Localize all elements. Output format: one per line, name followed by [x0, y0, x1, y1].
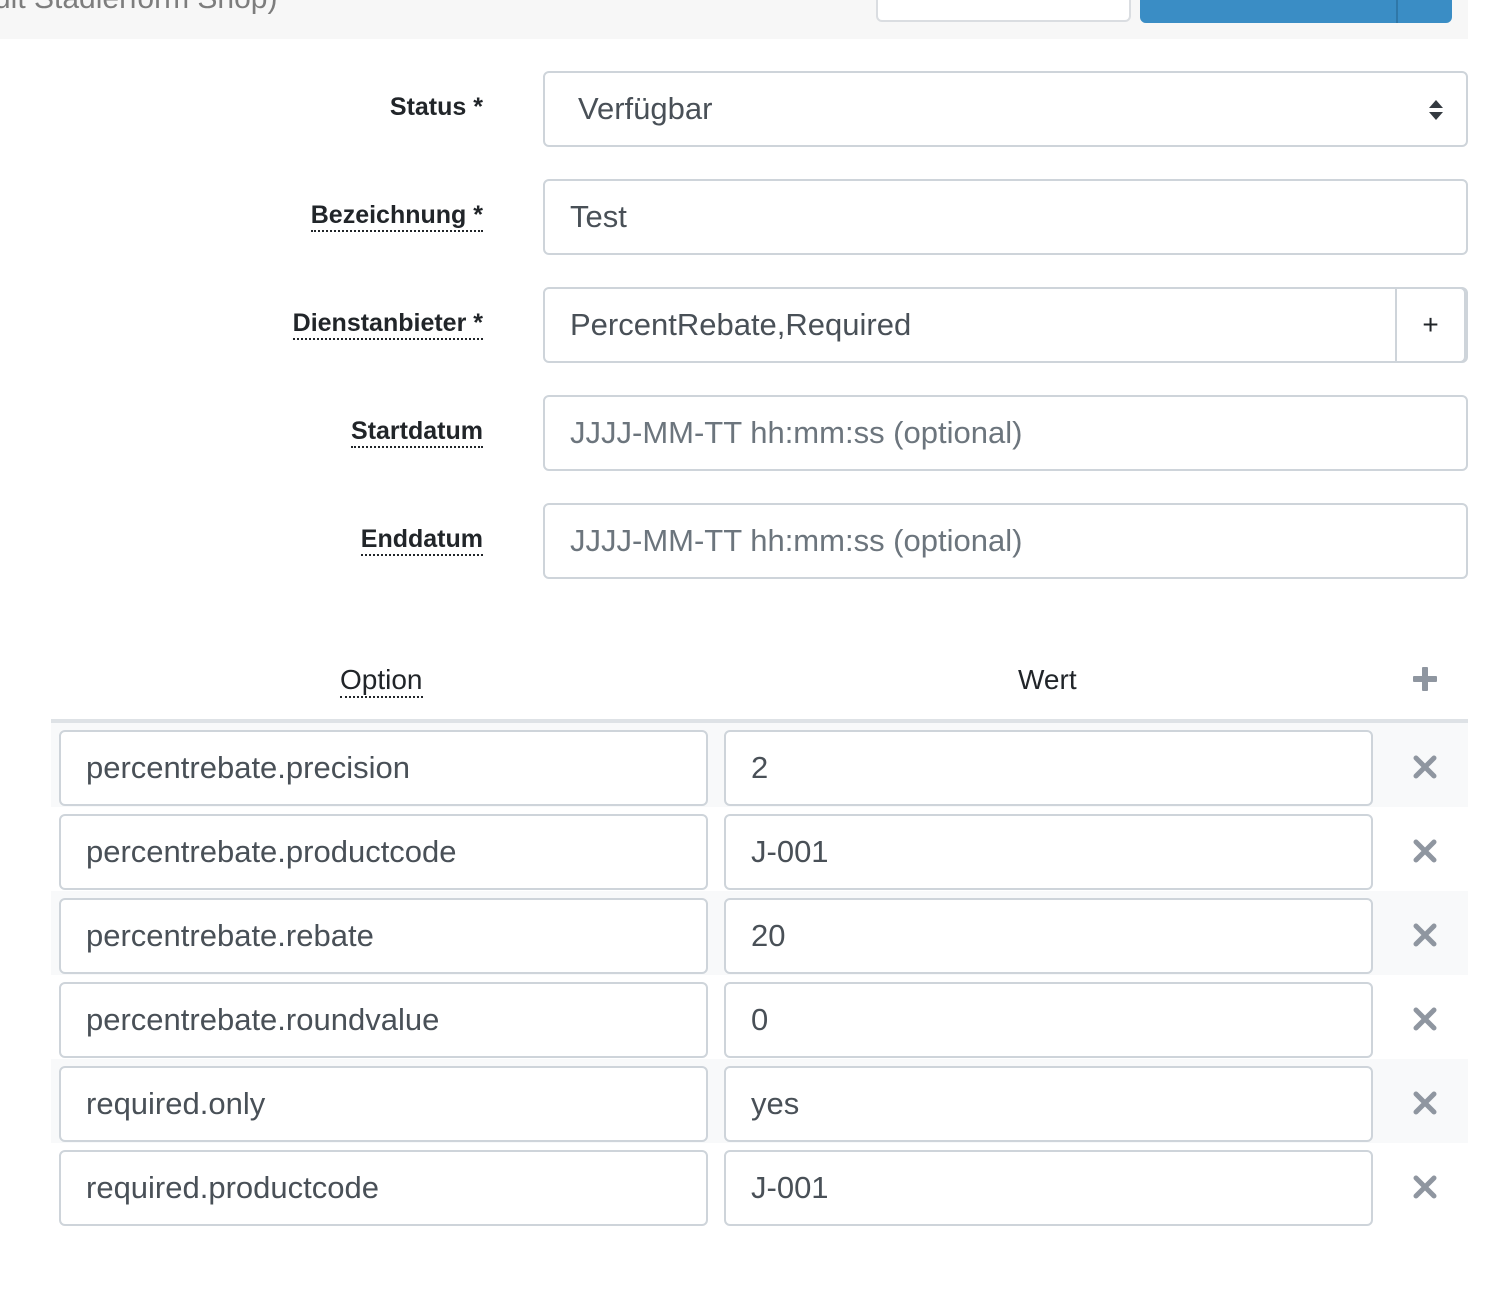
dateend-placeholder: JJJJ-MM-TT hh:mm:ss (optional)	[570, 523, 1023, 558]
option-key-input[interactable]: percentrebate.rebate	[59, 898, 708, 974]
label-input[interactable]: Test	[543, 179, 1468, 255]
save-button[interactable]	[1140, 0, 1452, 23]
table-row: percentrebate.productcode J-001	[51, 807, 1468, 891]
option-value-input[interactable]: 2	[724, 730, 1373, 806]
times-icon[interactable]	[1411, 1089, 1439, 1117]
option-value-input[interactable]: 0	[724, 982, 1373, 1058]
page-title: ult Stadierform Shop)	[0, 0, 277, 16]
provider-input[interactable]: PercentRebate,Required +	[543, 287, 1468, 363]
option-key-input[interactable]: percentrebate.roundvalue	[59, 982, 708, 1058]
option-value-input[interactable]: J-001	[724, 814, 1373, 890]
table-row: required.only yes	[51, 1059, 1468, 1143]
save-dropdown-divider	[1396, 0, 1398, 23]
times-icon[interactable]	[1411, 921, 1439, 949]
option-value-input[interactable]: J-001	[724, 1150, 1373, 1226]
cancel-button[interactable]	[876, 0, 1131, 22]
label-input-value: Test	[570, 199, 627, 234]
times-icon[interactable]	[1411, 1173, 1439, 1201]
datestart-placeholder: JJJJ-MM-TT hh:mm:ss (optional)	[570, 415, 1023, 450]
plus-icon[interactable]	[1410, 664, 1440, 694]
provider-add-button[interactable]: +	[1395, 287, 1466, 363]
option-key-input[interactable]: required.productcode	[59, 1150, 708, 1226]
dateend-input[interactable]: JJJJ-MM-TT hh:mm:ss (optional)	[543, 503, 1468, 579]
table-row: required.productcode J-001	[51, 1143, 1468, 1227]
table-row: percentrebate.precision 2	[51, 723, 1468, 807]
status-select-value: Verfügbar	[578, 91, 713, 126]
status-label: Status *	[389, 93, 483, 121]
option-value-input[interactable]: yes	[724, 1066, 1373, 1142]
option-key-input[interactable]: percentrebate.productcode	[59, 814, 708, 890]
page-header: ult Stadierform Shop)	[0, 0, 1468, 39]
datestart-label: Startdatum	[351, 417, 483, 448]
table-row: percentrebate.rebate 20	[51, 891, 1468, 975]
table-row: percentrebate.roundvalue 0	[51, 975, 1468, 1059]
dateend-label: Enddatum	[360, 525, 483, 556]
option-key-input[interactable]: required.only	[59, 1066, 708, 1142]
option-column-header: Option	[340, 664, 423, 698]
times-icon[interactable]	[1411, 753, 1439, 781]
sort-arrows-icon	[1429, 100, 1443, 120]
status-select[interactable]: Verfügbar	[543, 71, 1468, 147]
value-column-header: Wert	[1018, 664, 1077, 695]
plus-icon: +	[1422, 309, 1439, 340]
option-key-input[interactable]: percentrebate.precision	[59, 730, 708, 806]
provider-label: Dienstanbieter *	[292, 309, 483, 340]
provider-input-value: PercentRebate,Required	[570, 307, 912, 342]
datestart-input[interactable]: JJJJ-MM-TT hh:mm:ss (optional)	[543, 395, 1468, 471]
times-icon[interactable]	[1411, 837, 1439, 865]
times-icon[interactable]	[1411, 1005, 1439, 1033]
label-field-label: Bezeichnung *	[310, 201, 483, 232]
option-value-input[interactable]: 20	[724, 898, 1373, 974]
